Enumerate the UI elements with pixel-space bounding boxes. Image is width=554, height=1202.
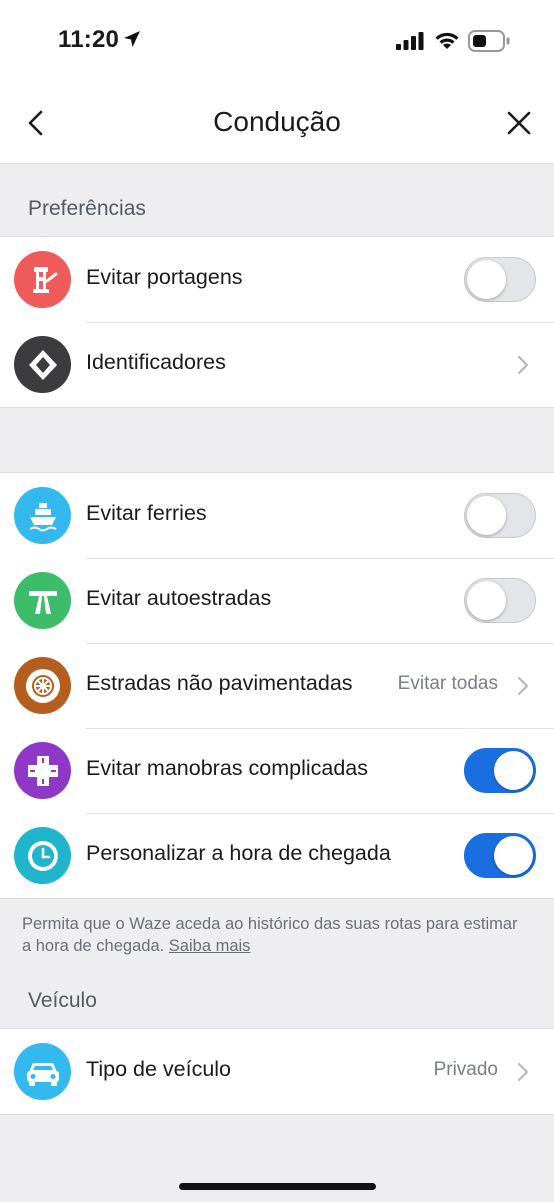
clock-icon [14, 827, 71, 884]
status-bar: 11:20 [0, 0, 554, 82]
diamond-sign-icon [14, 336, 71, 393]
toggle-knob [466, 580, 506, 620]
row-label: Tipo de veículo [86, 1057, 232, 1081]
toggle-knob [494, 750, 533, 790]
avoid-tolls-toggle[interactable] [464, 257, 536, 302]
wifi-icon [435, 32, 459, 49]
wheel-icon [14, 657, 71, 714]
row-label: Evitar ferries [86, 501, 207, 525]
learn-more-link[interactable]: Saiba mais [169, 937, 251, 955]
chevron-right-icon [517, 355, 529, 375]
avoid-highways-toggle[interactable] [464, 578, 536, 623]
row-avoid-ferries[interactable]: Evitar ferries [0, 473, 554, 558]
toggle-knob [466, 495, 506, 535]
battery-icon [468, 30, 510, 52]
close-icon[interactable] [504, 108, 534, 138]
row-label: Evitar manobras complicadas [86, 756, 369, 780]
row-label: Personalizar a hora de chegada [86, 841, 391, 865]
row-avoid-difficult-turns[interactable]: Evitar manobras complicadas [0, 728, 554, 813]
cellular-signal-icon [396, 32, 424, 50]
vehicle-type-value: Privado [433, 1059, 498, 1080]
row-avoid-highways[interactable]: Evitar autoestradas [0, 558, 554, 643]
navigation-bar: Condução [0, 82, 554, 164]
location-arrow-icon [124, 31, 140, 47]
home-indicator[interactable] [179, 1183, 376, 1190]
intersection-icon [14, 742, 71, 799]
row-label: Evitar portagens [86, 265, 243, 289]
ferry-icon [14, 487, 71, 544]
status-time: 11:20 [58, 26, 120, 53]
vehicle-group: Tipo de veículo Privado [0, 1028, 554, 1115]
page-title: Condução [213, 106, 341, 137]
avoid-ferries-toggle[interactable] [464, 493, 536, 538]
row-avoid-tolls[interactable]: Evitar portagens [0, 237, 554, 322]
row-label: Evitar autoestradas [86, 586, 272, 610]
chevron-right-icon [517, 1062, 529, 1082]
row-customize-arrival-time[interactable]: Personalizar a hora de chegada [0, 813, 554, 898]
row-vehicle-type[interactable]: Tipo de veículo Privado [0, 1029, 554, 1114]
chevron-right-icon [517, 676, 529, 696]
section-header-vehicle: Veículo [28, 989, 97, 1012]
arrival-time-footnote: Permita que o Waze aceda ao histórico da… [22, 913, 522, 957]
toll-booth-icon [14, 251, 71, 308]
row-unpaved-roads[interactable]: Estradas não pavimentadas Evitar todas [0, 643, 554, 728]
car-icon [14, 1043, 71, 1100]
route-options-group: Evitar ferries Evitar autoestradas Estra… [0, 472, 554, 899]
preferences-group: Evitar portagens Identificadores [0, 236, 554, 408]
row-label: Estradas não pavimentadas [86, 671, 353, 695]
highway-icon [14, 572, 71, 629]
row-identifiers[interactable]: Identificadores [0, 322, 554, 407]
avoid-difficult-turns-toggle[interactable] [464, 748, 536, 793]
customize-arrival-time-toggle[interactable] [464, 833, 536, 878]
section-header-preferences: Preferências [28, 197, 146, 220]
toggle-knob [494, 835, 533, 875]
unpaved-roads-value: Evitar todas [397, 673, 498, 694]
footnote-text: Permita que o Waze aceda ao histórico da… [22, 915, 518, 955]
row-label: Identificadores [86, 350, 226, 374]
toggle-knob [466, 259, 506, 299]
